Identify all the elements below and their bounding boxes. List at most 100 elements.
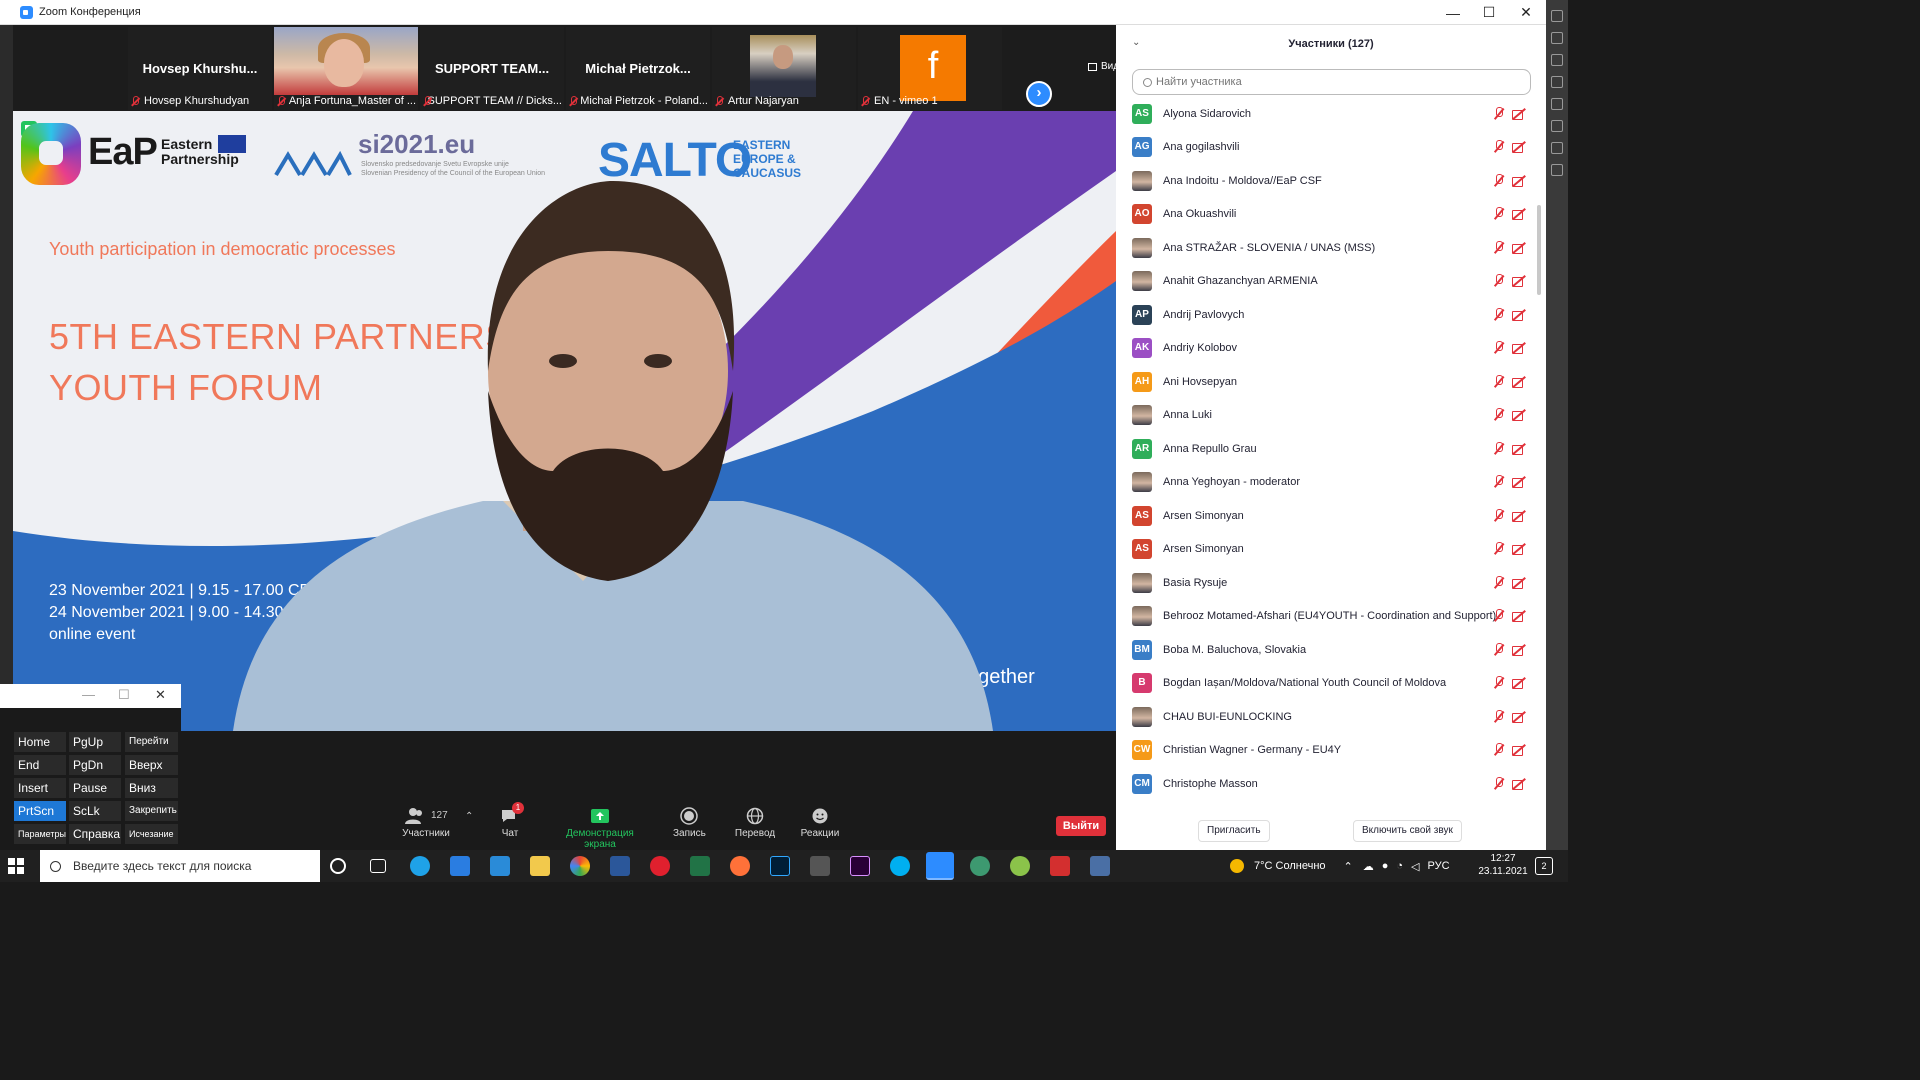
video-thumbnail[interactable]: Artur Najaryan: [712, 27, 856, 110]
calculator-icon[interactable]: [810, 856, 830, 876]
video-thumbnail[interactable]: SUPPORT TEAM... SUPPORT TEAM // Dicks...: [420, 27, 564, 110]
close-button[interactable]: ✕: [1507, 0, 1545, 25]
side-tool-icon[interactable]: [1551, 32, 1563, 44]
opera-icon[interactable]: [650, 856, 670, 876]
tray-chevron-icon[interactable]: ⌃: [1344, 860, 1353, 873]
leave-button[interactable]: Выйти: [1056, 816, 1106, 836]
language-indicator[interactable]: РУС: [1428, 860, 1450, 872]
participant-row[interactable]: AS Alyona Sidarovich: [1116, 97, 1546, 130]
app-green-icon[interactable]: [1010, 856, 1030, 876]
participant-row[interactable]: CHAU BUI-EUNLOCKING: [1116, 700, 1546, 733]
app-globe-icon[interactable]: [970, 856, 990, 876]
video-thumbnail[interactable]: f EN - vimeo 1: [858, 27, 1002, 110]
key-up[interactable]: Вверх: [125, 755, 178, 775]
system-clock[interactable]: 12:27 23.11.2021: [1478, 852, 1528, 878]
view-button[interactable]: Вид: [1088, 61, 1119, 72]
participant-search[interactable]: [1132, 69, 1531, 95]
unmute-self-button[interactable]: Включить свой звук: [1353, 820, 1462, 842]
photoshop-icon[interactable]: [770, 856, 790, 876]
participant-row[interactable]: AH Ani Hovsepyan: [1116, 365, 1546, 398]
participant-row[interactable]: CW Christian Wagner - Germany - EU4Y: [1116, 734, 1546, 767]
side-tool-icon[interactable]: [1551, 10, 1563, 22]
participant-row[interactable]: Anna Luki: [1116, 399, 1546, 432]
key-down[interactable]: Вниз: [125, 778, 178, 798]
participant-row[interactable]: Anna Yeghoyan - moderator: [1116, 466, 1546, 499]
participant-search-input[interactable]: [1156, 76, 1496, 88]
participant-row[interactable]: AG Ana gogilashvili: [1116, 131, 1546, 164]
side-tool-icon[interactable]: [1551, 142, 1563, 154]
interpretation-button[interactable]: Перевод: [734, 807, 776, 839]
invite-button[interactable]: Пригласить: [1198, 820, 1270, 842]
record-button[interactable]: Запись: [673, 807, 706, 839]
participant-row[interactable]: Basia Rysuje: [1116, 566, 1546, 599]
firefox-icon[interactable]: [730, 856, 750, 876]
key-pin[interactable]: Закрепить: [125, 801, 178, 821]
weather-text[interactable]: 7°C Солнечно: [1254, 860, 1326, 872]
participant-row[interactable]: AK Andriy Kolobov: [1116, 332, 1546, 365]
next-page-arrow-icon[interactable]: ›: [1026, 81, 1052, 107]
remote-desktop-icon[interactable]: [1090, 856, 1110, 876]
participant-row[interactable]: Ana Indoitu - Moldova//EaP CSF: [1116, 164, 1546, 197]
word-icon[interactable]: [610, 856, 630, 876]
key-sclk[interactable]: ScLk: [69, 801, 121, 821]
participant-row[interactable]: AS Arsen Simonyan: [1116, 533, 1546, 566]
file-explorer-icon[interactable]: [530, 856, 550, 876]
key-pgup[interactable]: PgUp: [69, 732, 121, 752]
side-tool-icon[interactable]: [1551, 164, 1563, 176]
on-screen-keyboard-window[interactable]: — ☐ ✕ Home PgUp Перейти End PgDn Вверх I…: [0, 684, 181, 850]
participant-row[interactable]: AS Arsen Simonyan: [1116, 499, 1546, 532]
key-fade[interactable]: Исчезание: [125, 824, 178, 844]
microphone-icon[interactable]: ●: [1382, 860, 1389, 872]
side-tool-icon[interactable]: [1551, 76, 1563, 88]
panel-scrollbar[interactable]: [1537, 205, 1541, 295]
key-pgdn[interactable]: PgDn: [69, 755, 121, 775]
edge-icon[interactable]: [410, 856, 430, 876]
key-insert[interactable]: Insert: [14, 778, 66, 798]
volume-icon[interactable]: ◁: [1411, 860, 1419, 873]
share-screen-button[interactable]: Демонстрация экрана: [549, 807, 651, 850]
premiere-icon[interactable]: [850, 856, 870, 876]
weather-sun-icon[interactable]: [1230, 859, 1244, 873]
key-end[interactable]: End: [14, 755, 66, 775]
participant-row[interactable]: CM Christophe Masson: [1116, 767, 1546, 800]
side-tool-icon[interactable]: [1551, 120, 1563, 132]
cloud-icon[interactable]: ☁: [1363, 860, 1374, 873]
participants-caret-icon[interactable]: ⌃: [465, 811, 473, 822]
taskbar-search[interactable]: Введите здесь текст для поиска: [40, 850, 320, 882]
key-pause[interactable]: Pause: [69, 778, 121, 798]
keyboard-maximize-button[interactable]: ☐: [118, 687, 130, 703]
participants-button[interactable]: 127 Участники: [400, 807, 452, 839]
participant-row[interactable]: AO Ana Okuashvili: [1116, 198, 1546, 231]
zoom-taskbar-icon[interactable]: [926, 852, 954, 880]
notification-center-icon[interactable]: 2: [1535, 857, 1553, 875]
keyboard-minimize-button[interactable]: —: [82, 687, 95, 702]
video-thumbnail[interactable]: Hovsep Khurshu... Hovsep Khurshudyan: [128, 27, 272, 110]
key-home[interactable]: Home: [14, 732, 66, 752]
mail-icon[interactable]: [490, 856, 510, 876]
acrobat-icon[interactable]: [1050, 856, 1070, 876]
keyboard-close-button[interactable]: ✕: [155, 687, 166, 703]
skype-icon[interactable]: [890, 856, 910, 876]
video-thumbnail[interactable]: Anja Fortuna_Master of ...: [274, 27, 418, 110]
key-help[interactable]: Справка: [69, 824, 121, 844]
minimize-button[interactable]: —: [1434, 0, 1472, 25]
cortana-icon[interactable]: [330, 858, 346, 874]
side-tool-icon[interactable]: [1551, 98, 1563, 110]
participant-row[interactable]: AR Anna Repullo Grau: [1116, 432, 1546, 465]
chat-button[interactable]: 1 Чат: [497, 802, 524, 839]
key-goto[interactable]: Перейти: [125, 732, 178, 752]
reactions-button[interactable]: Реакции: [799, 807, 841, 839]
key-settings[interactable]: Параметры: [14, 824, 66, 844]
chrome-icon[interactable]: [570, 856, 590, 876]
windows-start-icon[interactable]: [8, 858, 24, 874]
participant-row[interactable]: BM Boba M. Baluchova, Slovakia: [1116, 633, 1546, 666]
excel-icon[interactable]: [690, 856, 710, 876]
task-view-icon[interactable]: [370, 859, 386, 873]
maximize-button[interactable]: ☐: [1470, 0, 1508, 25]
video-thumbnail[interactable]: Michał Pietrzok... Michał Pietrzok - Pol…: [566, 27, 710, 110]
participant-row[interactable]: B Bogdan Iașan/Moldova/National Youth Cou…: [1116, 667, 1546, 700]
participant-row[interactable]: Anahit Ghazanchyan ARMENIA: [1116, 265, 1546, 298]
participant-row[interactable]: Ana STRAŽAR - SLOVENIA / UNAS (MSS): [1116, 231, 1546, 264]
network-icon[interactable]: ◔: [1396, 860, 1403, 872]
store-icon[interactable]: [450, 856, 470, 876]
